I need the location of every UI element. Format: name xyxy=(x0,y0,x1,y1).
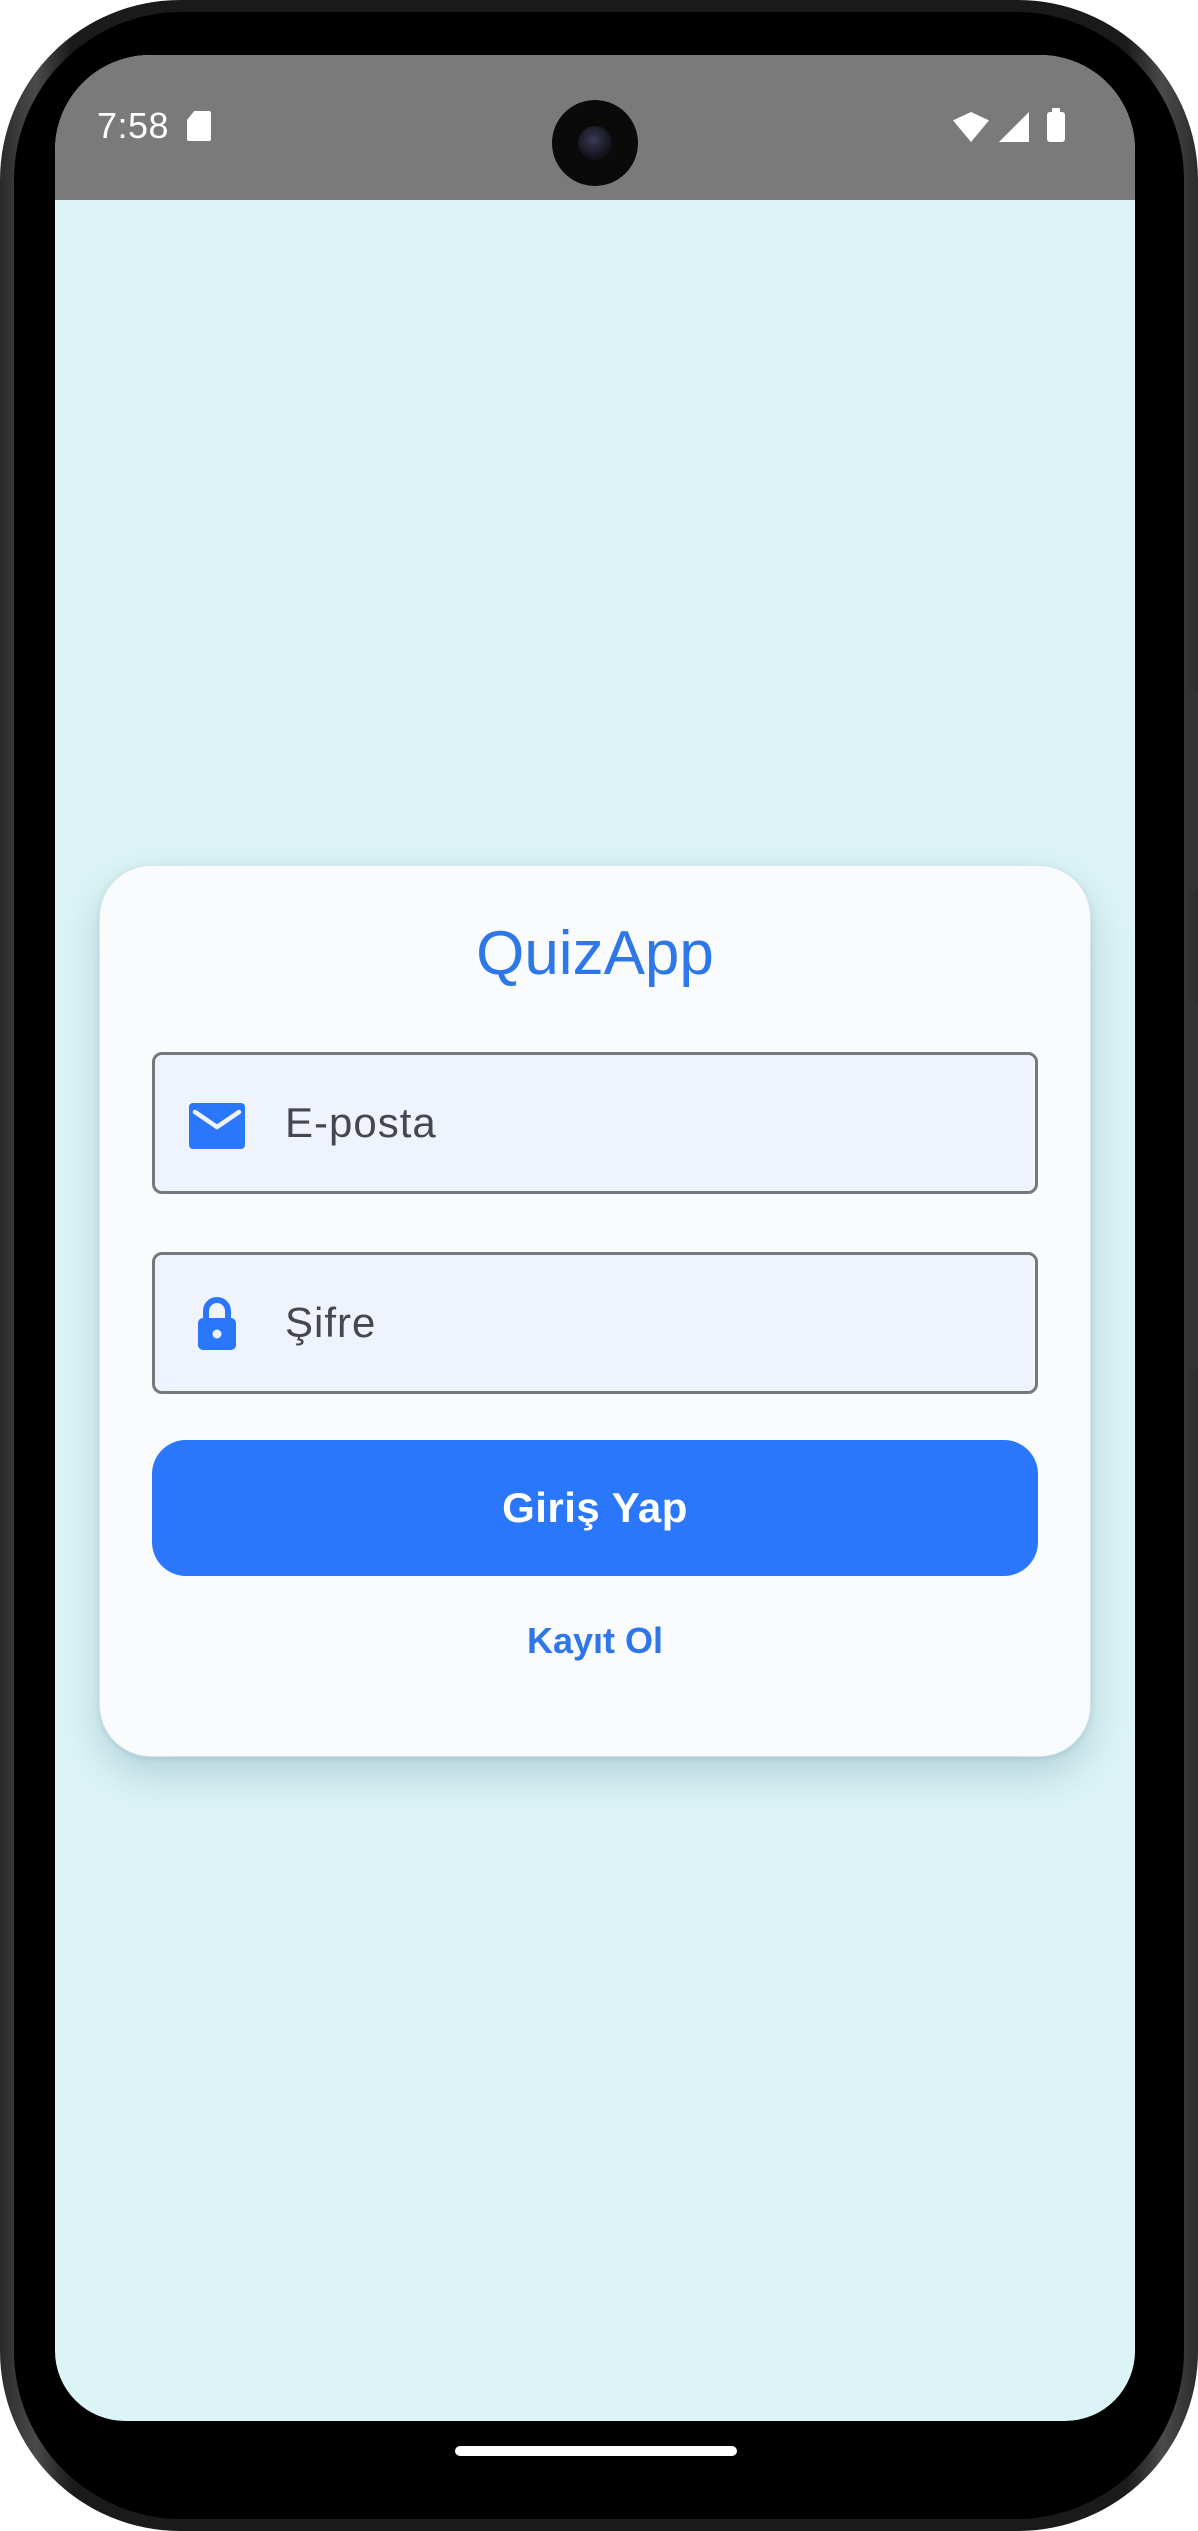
register-link[interactable]: Kayıt Ol xyxy=(100,1620,1090,1662)
battery-icon xyxy=(1047,108,1065,142)
lock-icon xyxy=(198,1297,236,1350)
email-input[interactable] xyxy=(285,1055,1005,1191)
app-title: QuizApp xyxy=(476,919,714,988)
email-field[interactable] xyxy=(152,1052,1038,1194)
login-button[interactable]: Giriş Yap xyxy=(152,1440,1038,1576)
status-time: 7:58 xyxy=(97,105,170,146)
phone-frame: 7:58 QuizApp E-posta Giriş Yap Kayıt Ol xyxy=(0,0,1198,2531)
status-icons xyxy=(953,108,1065,143)
status-bar: 7:58 xyxy=(55,55,1135,200)
mail-icon xyxy=(189,1103,245,1149)
password-field[interactable] xyxy=(152,1252,1038,1394)
front-camera xyxy=(552,100,638,186)
sd-card-icon xyxy=(187,111,211,141)
volume-button xyxy=(1188,1000,1198,1370)
signal-icon xyxy=(999,112,1029,142)
password-input[interactable] xyxy=(285,1255,1005,1391)
home-indicator[interactable] xyxy=(455,2446,737,2456)
power-button xyxy=(1188,690,1198,890)
wifi-icon xyxy=(953,112,989,142)
login-card: QuizApp Giriş Yap Kayıt Ol xyxy=(99,865,1091,1757)
screen: 7:58 QuizApp E-posta Giriş Yap Kayıt Ol xyxy=(55,55,1135,2421)
